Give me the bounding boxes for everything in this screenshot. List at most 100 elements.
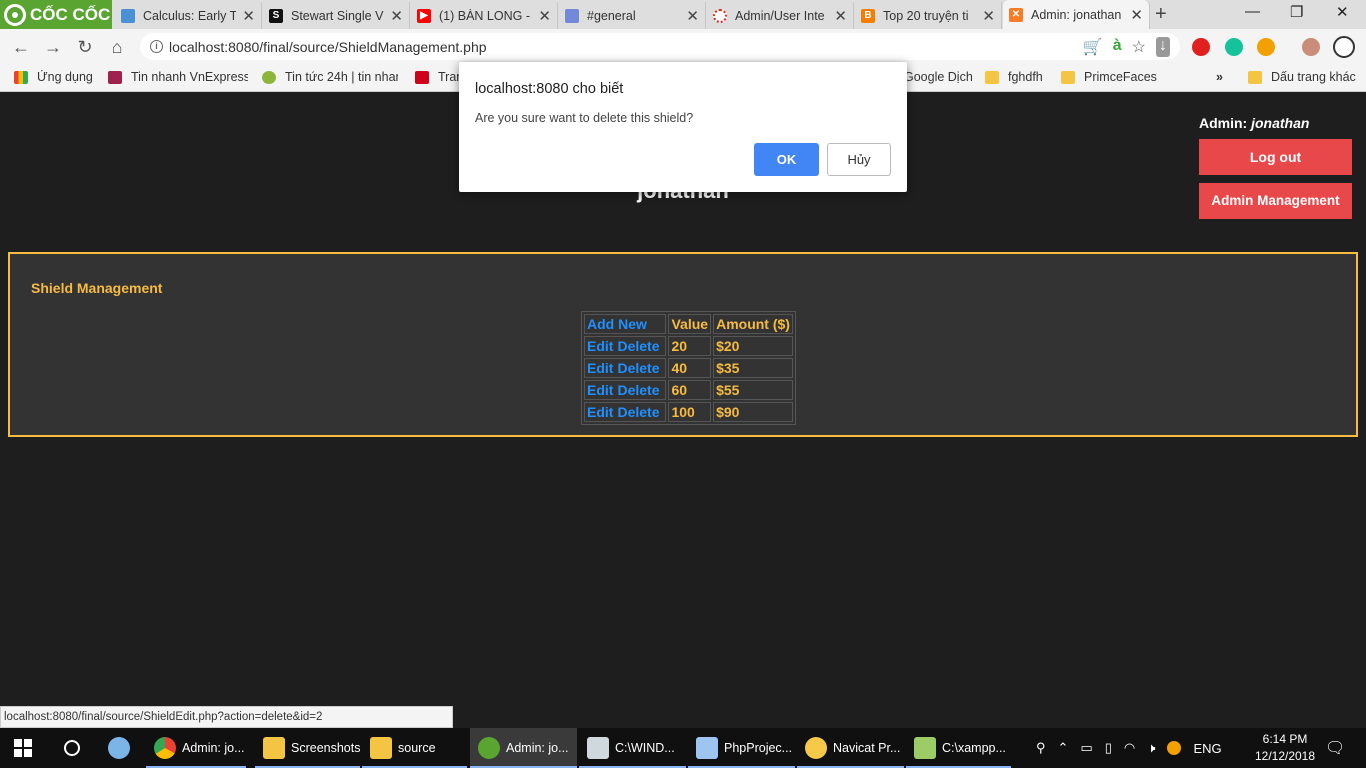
table-row: Edit Delete 100 $90 <box>584 402 793 422</box>
bookmark-vnexpress[interactable]: Tin nhanh VnExpress <box>108 70 248 84</box>
value-cell: 40 <box>668 358 712 378</box>
menu-circle-icon[interactable] <box>1333 36 1355 58</box>
restore-icon[interactable]: ❐ <box>1290 3 1303 21</box>
back-icon[interactable]: ← <box>8 34 34 60</box>
ok-button[interactable]: OK <box>754 143 819 176</box>
close-icon[interactable]: ✕ <box>242 7 255 25</box>
taskbar-source[interactable]: source <box>362 728 467 768</box>
taskbar-notepad[interactable]: C:\xampp... <box>906 728 1011 768</box>
clock[interactable]: 6:14 PM 12/12/2018 <box>1253 731 1317 765</box>
task-label: C:\xampp... <box>942 741 1006 755</box>
php-icon <box>696 737 718 759</box>
taskbar-screenshots[interactable]: Screenshots <box>255 728 360 768</box>
tab-youtube[interactable]: ▶ (1) BÀN LONG - ✕ <box>411 2 558 29</box>
tab-top20[interactable]: B Top 20 truyện ti ✕ <box>855 2 1002 29</box>
bookmark-label: Ứng dụng <box>37 70 93 84</box>
row-actions: Edit Delete <box>584 358 667 378</box>
close-icon[interactable]: ✕ <box>834 7 847 25</box>
bookmark-24h[interactable]: Tin tức 24h | tin nhan <box>262 70 398 84</box>
delete-link[interactable]: Delete <box>617 360 659 376</box>
youtube-icon: ▶ <box>417 8 431 23</box>
minimize-icon[interactable]: — <box>1245 3 1260 20</box>
tab-stewart[interactable]: S Stewart Single V ✕ <box>263 2 410 29</box>
delete-link[interactable]: Delete <box>617 404 659 420</box>
tab-label: Admin/User Inte <box>735 8 825 23</box>
taskbar-navicat[interactable]: Navicat Pr... <box>797 728 904 768</box>
table-row: Edit Delete 40 $35 <box>584 358 793 378</box>
taskbar-phpproject[interactable]: PhpProjec... <box>688 728 795 768</box>
search-button[interactable] <box>48 728 96 768</box>
volume-mute-icon[interactable]: 🕨 <box>1147 740 1155 756</box>
delete-link[interactable]: Delete <box>617 382 659 398</box>
language-indicator[interactable]: ENG <box>1193 741 1221 756</box>
edit-link[interactable]: Edit <box>587 360 613 376</box>
taskbar-cmd[interactable]: C:\WIND... <box>579 728 686 768</box>
bookmark-label: Google Dịch <box>904 70 973 84</box>
home-icon[interactable]: ⌂ <box>104 34 130 60</box>
task-label: Navicat Pr... <box>833 741 901 755</box>
bookmark-google-dich[interactable]: Google Dịch <box>904 70 974 84</box>
coccoc-menu-button[interactable]: CỐC CỐC <box>0 0 112 29</box>
site-info-icon[interactable]: i <box>150 40 163 53</box>
start-button[interactable] <box>0 728 48 768</box>
close-icon[interactable]: ✕ <box>1130 6 1143 24</box>
taskbar-coccoc[interactable]: Admin: jo... <box>470 728 577 768</box>
coccoc-logo-icon <box>4 3 26 26</box>
wifi-icon[interactable]: ◠ <box>1124 740 1135 756</box>
edit-link[interactable]: Edit <box>587 382 613 398</box>
edit-link[interactable]: Edit <box>587 404 613 420</box>
bookmark-apps[interactable]: Ứng dụng <box>14 70 99 84</box>
profile-avatar[interactable] <box>1302 38 1320 56</box>
address-bar[interactable]: i localhost:8080/final/source/ShieldMana… <box>140 33 1180 60</box>
brand-label: CỐC CỐC <box>30 4 111 24</box>
bookmark-primcefaces[interactable]: PrimceFaces <box>1061 70 1161 84</box>
edit-link[interactable]: Edit <box>587 338 613 354</box>
logout-button[interactable]: Log out <box>1199 139 1352 175</box>
chevron-up-icon[interactable]: ⌃ <box>1058 740 1069 756</box>
task-label: C:\WIND... <box>615 741 675 755</box>
bookmark-tran[interactable]: Tran <box>415 70 459 84</box>
opera-extension-icon[interactable] <box>1192 38 1210 56</box>
bookmark-label: Tin nhanh VnExpress <box>131 70 248 84</box>
typing-icon[interactable]: à <box>1113 37 1122 57</box>
reload-icon[interactable]: ↻ <box>72 34 98 60</box>
download-icon[interactable]: ↓ <box>1156 37 1170 57</box>
star-icon[interactable]: ☆ <box>1132 37 1146 57</box>
bookmarks-overflow-button[interactable]: » <box>1216 70 1230 84</box>
delete-link[interactable]: Delete <box>617 338 659 354</box>
tab-discord[interactable]: #general ✕ <box>559 2 706 29</box>
people-icon[interactable]: ⚲ <box>1036 740 1046 756</box>
tab-admin-user[interactable]: Admin/User Inte ✕ <box>707 2 854 29</box>
close-icon[interactable]: ✕ <box>538 7 551 25</box>
shopping-cart-icon[interactable]: 🛒 <box>1083 37 1103 57</box>
apps-icon <box>14 70 28 84</box>
confirm-dialog: localhost:8080 cho biết Are you sure wan… <box>459 62 907 192</box>
close-icon[interactable]: ✕ <box>390 7 403 25</box>
chrome-extension-icon[interactable] <box>1257 38 1275 56</box>
new-tab-icon[interactable]: + <box>1155 3 1167 26</box>
add-new-link[interactable]: Add New <box>584 314 667 334</box>
close-icon[interactable]: ✕ <box>686 7 699 25</box>
table-row: Edit Delete 20 $20 <box>584 336 793 356</box>
tab-calculus[interactable]: Calculus: Early Tr ✕ <box>115 2 262 29</box>
folder-icon <box>1248 70 1262 84</box>
tab-admin-jonathan[interactable]: ✕ Admin: jonathan ✕ <box>1003 0 1150 29</box>
taskbar-chrome[interactable]: Admin: jo... <box>146 728 246 768</box>
forward-icon[interactable]: → <box>40 34 66 60</box>
keyboard-icon[interactable]: ▭ <box>1080 740 1092 756</box>
browser-toolbar: ← → ↻ ⌂ i localhost:8080/final/source/Sh… <box>0 29 1366 64</box>
grammarly-icon[interactable] <box>1225 38 1243 56</box>
bookmark-label: PrimceFaces <box>1084 70 1157 84</box>
coccoc-tray-icon[interactable] <box>1167 741 1182 755</box>
s-icon: S <box>269 8 283 23</box>
notifications-icon[interactable]: 🗨 <box>1325 728 1345 768</box>
navicat-icon <box>805 737 827 759</box>
close-window-icon[interactable]: ✕ <box>1336 3 1349 21</box>
close-icon[interactable]: ✕ <box>982 7 995 25</box>
bookmark-fghdfh[interactable]: fghdfh <box>985 70 1055 84</box>
battery-icon[interactable]: ▯ <box>1105 740 1112 756</box>
bookmark-other[interactable]: Dấu trang khác <box>1248 70 1358 84</box>
chrome-icon <box>154 737 176 759</box>
paint-app-button[interactable] <box>100 728 144 768</box>
cancel-button[interactable]: Hủy <box>827 143 891 176</box>
